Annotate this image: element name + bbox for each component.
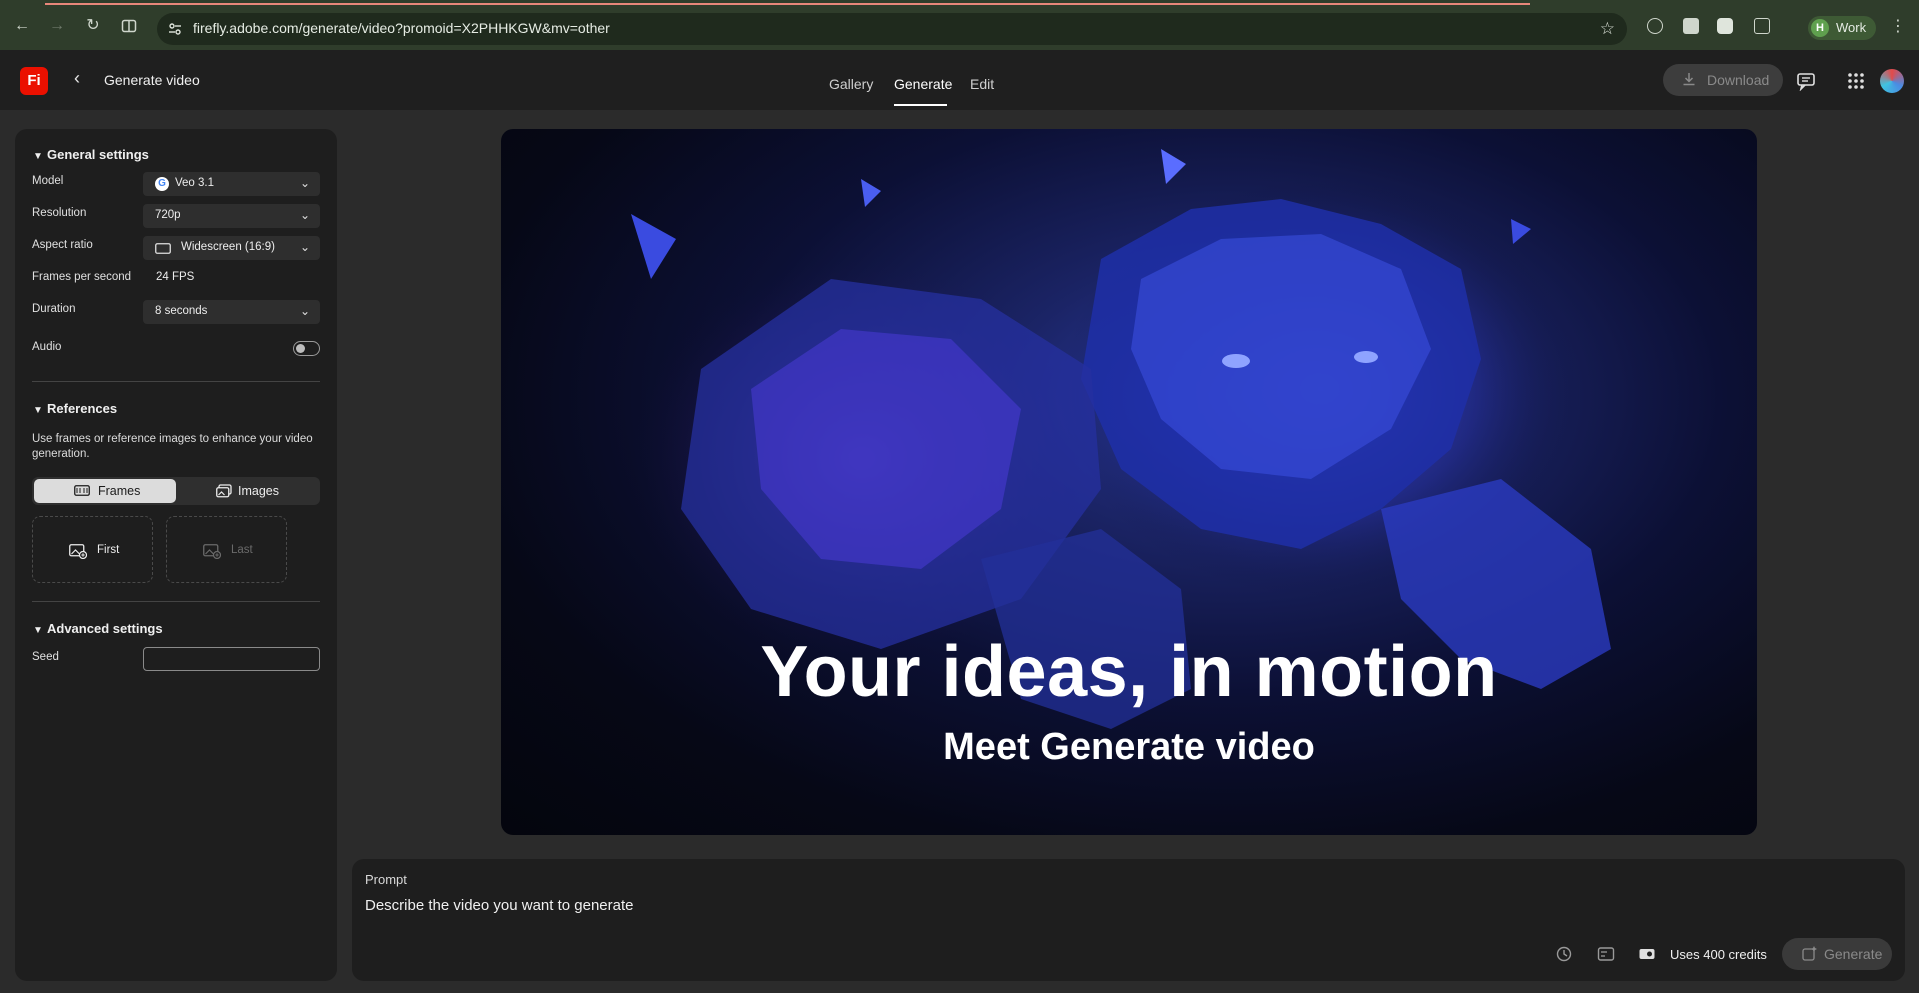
apps-grid-icon[interactable] <box>1846 71 1866 91</box>
profile-label: Work <box>1836 20 1867 35</box>
google-icon: G <box>155 177 169 191</box>
references-description: Use frames or reference images to enhanc… <box>32 433 313 460</box>
credits-icon <box>1639 949 1655 959</box>
advanced-settings-header[interactable]: ▼ Advanced settings <box>33 621 163 636</box>
split-view-icon[interactable] <box>118 15 140 37</box>
model-select[interactable]: G Veo 3.1 ⌄ <box>143 172 320 196</box>
seed-input[interactable] <box>143 647 320 671</box>
reload-icon[interactable]: ↻ <box>82 15 104 37</box>
toggle-knob <box>296 343 305 353</box>
add-image-icon <box>69 544 87 559</box>
duration-label: Duration <box>32 303 76 315</box>
chevron-down-icon: ⌄ <box>299 176 310 190</box>
first-frame-dropzone[interactable]: First <box>32 516 153 583</box>
browser-menu-icon[interactable]: ⋮ <box>1890 16 1906 36</box>
active-tab-indicator <box>894 104 947 106</box>
prompt-panel: Prompt Uses 400 credits Generate <box>352 859 1905 981</box>
chevron-down-icon: ⌄ <box>299 304 310 318</box>
hero-banner: Your ideas, in motion Meet Generate vide… <box>501 129 1757 835</box>
chevron-down-icon: ▼ <box>33 151 43 162</box>
feedback-icon[interactable] <box>1796 71 1816 91</box>
back-arrow-icon[interactable]: ← <box>11 15 33 37</box>
download-button[interactable]: Download <box>1663 64 1783 96</box>
extension-icon[interactable] <box>1683 18 1699 34</box>
references-header[interactable]: ▼ References <box>33 401 117 416</box>
model-label: Model <box>32 175 64 187</box>
download-label: Download <box>1707 72 1770 88</box>
resolution-select[interactable]: 720p ⌄ <box>143 204 320 228</box>
profile-avatar: H <box>1811 19 1829 37</box>
general-settings-header[interactable]: ▼ General settings <box>33 147 149 162</box>
download-icon <box>1683 73 1695 86</box>
url-text[interactable]: firefly.adobe.com/generate/video?promoid… <box>193 20 610 36</box>
generate-icon <box>1802 946 1817 961</box>
audio-label: Audio <box>32 341 62 353</box>
frames-icon <box>74 485 90 496</box>
history-icon[interactable] <box>1555 945 1573 963</box>
extension-icon[interactable] <box>1717 18 1733 34</box>
address-bar[interactable]: firefly.adobe.com/generate/video?promoid… <box>157 13 1627 45</box>
duration-value: 8 seconds <box>155 305 208 317</box>
generate-button[interactable]: Generate <box>1782 938 1892 970</box>
profile-chip[interactable]: H Work <box>1808 16 1876 40</box>
page-title: Generate video <box>104 72 200 88</box>
tab-generate[interactable]: Generate <box>894 76 952 92</box>
user-avatar[interactable] <box>1880 69 1904 93</box>
tab-gallery[interactable]: Gallery <box>829 76 873 92</box>
aspect-ratio-value: Widescreen (16:9) <box>181 241 275 253</box>
settings-panel: ▼ General settings Model G Veo 3.1 ⌄ Reso… <box>15 129 337 981</box>
images-label: Images <box>238 484 279 498</box>
prompt-label: Prompt <box>365 872 407 887</box>
password-manager-icon[interactable] <box>1647 18 1663 34</box>
chevron-down-icon: ⌄ <box>299 208 310 222</box>
last-frame-dropzone[interactable]: Last <box>166 516 287 583</box>
first-frame-label: First <box>97 544 120 556</box>
bookmark-star-icon[interactable]: ☆ <box>1600 19 1615 39</box>
prompt-suggestions-icon[interactable] <box>1597 945 1615 963</box>
aspect-ratio-label: Aspect ratio <box>32 239 93 251</box>
forward-arrow-icon[interactable]: → <box>46 15 68 37</box>
aspect-ratio-select[interactable]: Widescreen (16:9) ⌄ <box>143 236 320 260</box>
duration-select[interactable]: 8 seconds ⌄ <box>143 300 320 324</box>
frames-tab[interactable]: Frames <box>34 479 176 503</box>
site-settings-icon[interactable] <box>167 21 183 37</box>
seed-label: Seed <box>32 651 59 663</box>
app-header: Fi ‹ Generate video Gallery Generate Edi… <box>0 50 1919 110</box>
model-value: Veo 3.1 <box>175 177 215 189</box>
divider <box>32 381 320 382</box>
hero-subtitle: Meet Generate video <box>943 726 1315 768</box>
page-load-indicator <box>45 3 1530 5</box>
last-frame-label: Last <box>231 544 253 556</box>
frames-label: Frames <box>98 484 141 498</box>
fps-label: Frames per second <box>32 271 132 283</box>
chevron-down-icon: ⌄ <box>299 240 310 254</box>
extensions-puzzle-icon[interactable] <box>1754 18 1770 34</box>
reference-type-switch: Frames Images <box>32 477 320 505</box>
prompt-input[interactable] <box>365 897 1365 914</box>
widescreen-icon <box>155 243 171 254</box>
hero-title: Your ideas, in motion <box>760 632 1498 712</box>
chevron-down-icon: ▼ <box>33 625 43 636</box>
add-image-icon <box>203 544 221 559</box>
resolution-label: Resolution <box>32 207 87 219</box>
images-tab[interactable]: Images <box>176 479 318 503</box>
images-icon <box>216 484 232 498</box>
divider <box>32 601 320 602</box>
resolution-value: 720p <box>155 209 181 221</box>
generate-label: Generate <box>1824 946 1883 962</box>
chevron-left-icon[interactable]: ‹ <box>74 68 80 89</box>
credits-cost: Uses 400 credits <box>1670 947 1767 962</box>
chevron-down-icon: ▼ <box>33 405 43 416</box>
tab-edit[interactable]: Edit <box>970 76 994 92</box>
firefly-logo[interactable]: Fi <box>20 67 48 95</box>
audio-toggle[interactable] <box>293 341 320 356</box>
browser-toolbar: ← → ↻ firefly.adobe.com/generate/video?p… <box>0 0 1919 50</box>
fps-value: 24 FPS <box>156 271 195 283</box>
